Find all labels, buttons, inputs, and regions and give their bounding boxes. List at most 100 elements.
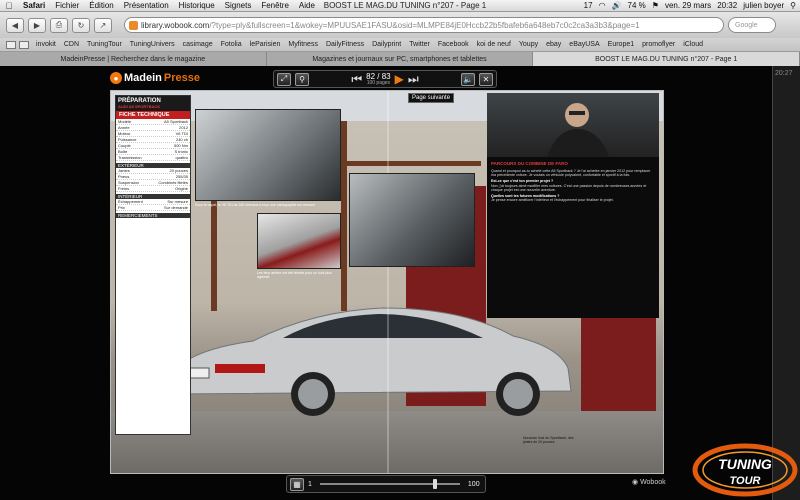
first-page-button[interactable]: ⏮	[351, 73, 362, 85]
bookmark-item[interactable]: Facebook	[434, 41, 473, 48]
reload-button[interactable]: ↻	[72, 17, 90, 33]
article-paragraph-1: Quand et pourquoi as-tu acheté cette A5 …	[491, 169, 651, 178]
next-page-button[interactable]: ▶	[395, 73, 404, 85]
zoom-icon: ⚲	[299, 74, 305, 84]
forward-button[interactable]: ▶	[28, 17, 46, 33]
notification-count[interactable]: 17	[584, 1, 593, 10]
sound-button[interactable]: 🔈	[461, 72, 476, 86]
site-favicon-icon	[129, 21, 138, 30]
fiche-section: REMERCIEMENTS	[116, 212, 190, 218]
tab-bar: MadeinPresse | Recherchez dans le magazi…	[0, 52, 800, 66]
page-slider-handle[interactable]	[432, 479, 437, 489]
bookmark-item[interactable]: Twitter	[405, 41, 434, 48]
bookmark-item[interactable]: iCloud	[679, 41, 707, 48]
apple-menu-icon[interactable]: 	[0, 1, 18, 11]
search-field[interactable]: Google	[728, 17, 776, 33]
bookmark-item[interactable]: Europe1	[604, 41, 638, 48]
menu-fenetre[interactable]: Fenêtre	[256, 1, 294, 10]
watermark-top-text: TUNING	[718, 456, 772, 472]
wifi-icon[interactable]: ◠	[599, 1, 606, 10]
taillight-photo	[257, 213, 341, 269]
bookmark-item[interactable]: DailyFitness	[322, 41, 368, 48]
bookmark-item[interactable]: promoflyer	[638, 41, 679, 48]
forward-icon: ▶	[33, 20, 41, 30]
fiche-row: Prix Sur demande	[116, 204, 190, 211]
window-title: BOOST LE MAG.DU TUNING n°207 - Page 1	[323, 1, 487, 10]
bookmark-item[interactable]: Myfitness	[284, 41, 322, 48]
battery-label[interactable]: 74 %	[628, 1, 646, 10]
menu-edition[interactable]: Édition	[84, 1, 118, 10]
logo-made: Madein	[124, 72, 162, 84]
page-total-sub: 100 pages	[366, 79, 391, 86]
bookmark-item[interactable]: casimage	[179, 41, 217, 48]
next-page-tooltip: Page suivante	[408, 93, 455, 103]
menu-presentation[interactable]: Présentation	[119, 1, 174, 10]
tuningtour-watermark-logo: TUNING TOUR	[692, 443, 798, 497]
search-placeholder: Google	[735, 21, 758, 29]
engine-detail-photo	[349, 173, 475, 267]
article-paragraph-3: Je pense encore améliorer l'intérieur et…	[491, 198, 614, 203]
timber-beam	[341, 121, 347, 311]
close-icon: ✕	[482, 74, 490, 84]
wobook-label: Wobook	[640, 479, 666, 486]
menu-historique[interactable]: Historique	[174, 1, 220, 10]
reading-list-icon[interactable]	[6, 40, 16, 49]
reader-bottom-controls: ▦ 1 100	[286, 475, 486, 493]
share-button[interactable]: ↗	[94, 17, 112, 33]
tab-madeinpresse[interactable]: MadeinPresse | Recherchez dans le magazi…	[0, 52, 267, 66]
fiche-header: PRÉPARATION AUDI A5 SPORTBACK	[116, 96, 190, 111]
speaker-icon: 🔈	[463, 74, 473, 84]
bookmark-item[interactable]: Fotolia	[217, 41, 246, 48]
owner-portrait-photo	[487, 93, 659, 157]
taillight-caption: Les feux arrière ont été teintés pour un…	[257, 271, 332, 279]
fiche-technique-panel: PRÉPARATION AUDI A5 SPORTBACK FICHE TECH…	[115, 95, 191, 435]
print-button[interactable]: ⎙	[50, 17, 68, 33]
bookmark-item[interactable]: eBayUSA	[565, 41, 603, 48]
logo-icon: ●	[110, 72, 122, 84]
madeinpresse-logo[interactable]: ● Madein Presse	[110, 72, 200, 84]
fullscreen-button[interactable]: ⤢	[277, 72, 291, 86]
fiche-subtitle: AUDI A5 SPORTBACK	[118, 103, 161, 109]
bookmark-item[interactable]: TuningUnivers	[126, 41, 179, 48]
date-label[interactable]: ven. 29 mars	[665, 1, 711, 10]
bookmark-item[interactable]: koi de neuf	[473, 41, 515, 48]
wobook-credit[interactable]: ◉ Wobook	[632, 478, 666, 486]
page-slider[interactable]	[319, 479, 460, 489]
menu-fichier[interactable]: Fichier	[50, 1, 84, 10]
bookmark-item[interactable]: invokit	[32, 41, 60, 48]
logo-press: Presse	[163, 72, 200, 84]
reader-top-controls: ⤢ ⚲ ⏮ 82 / 83 100 pages ▶ ⏭ 🔈 ✕	[273, 70, 497, 88]
volume-icon[interactable]: 🔊	[612, 1, 622, 10]
spotlight-icon[interactable]: ⚲	[790, 1, 796, 10]
menu-signets[interactable]: Signets	[220, 1, 257, 10]
engine-photo	[195, 109, 341, 201]
fiche-band: FICHE TECHNIQUE	[116, 110, 190, 119]
magazine-spread[interactable]: PRÉPARATION AUDI A5 SPORTBACK FICHE TECH…	[110, 90, 664, 474]
menu-bar:  Safari Fichier Édition Présentation Hi…	[0, 0, 800, 12]
bookmark-item[interactable]: ebay	[542, 41, 565, 48]
bookmark-item[interactable]: CDN	[60, 41, 83, 48]
thumbnails-button[interactable]: ▦	[290, 477, 304, 491]
back-button[interactable]: ◀	[6, 17, 24, 33]
top-sites-icon[interactable]	[19, 40, 29, 49]
bookmark-item[interactable]: TuningTour	[83, 41, 126, 48]
menu-app[interactable]: Safari	[18, 1, 50, 10]
portrait-figure	[547, 103, 609, 157]
bookmark-item[interactable]: Youpy	[515, 41, 542, 48]
article-body: Quand et pourquoi as-tu acheté cette A5 …	[491, 169, 655, 202]
print-icon: ⎙	[55, 20, 63, 29]
last-page-button[interactable]: ⏭	[408, 73, 419, 85]
tab-magazines[interactable]: Magazines et journaux sur PC, smartphone…	[267, 52, 534, 66]
zoom-button[interactable]: ⚲	[295, 72, 309, 86]
bottom-photo-caption: Nouveau look du Sportback, des jantes de…	[523, 436, 574, 444]
article-title: PARCOURS DU COMBINE DE FARO	[491, 161, 568, 166]
tab-boost[interactable]: BOOST LE MAG.DU TUNING n°207 - Page 1	[533, 52, 800, 66]
time-label[interactable]: 20:32	[717, 1, 737, 10]
user-name[interactable]: julien boyer	[743, 1, 784, 10]
flag-icon[interactable]: ⚑	[652, 1, 659, 10]
close-button[interactable]: ✕	[479, 72, 494, 86]
grid-icon: ▦	[293, 479, 301, 489]
bookmark-item[interactable]: Dailyprint	[368, 41, 405, 48]
address-bar[interactable]: library.wobook.com/?type=ply&fullscreen=…	[124, 17, 724, 33]
bookmark-item[interactable]: leParisien	[246, 41, 285, 48]
